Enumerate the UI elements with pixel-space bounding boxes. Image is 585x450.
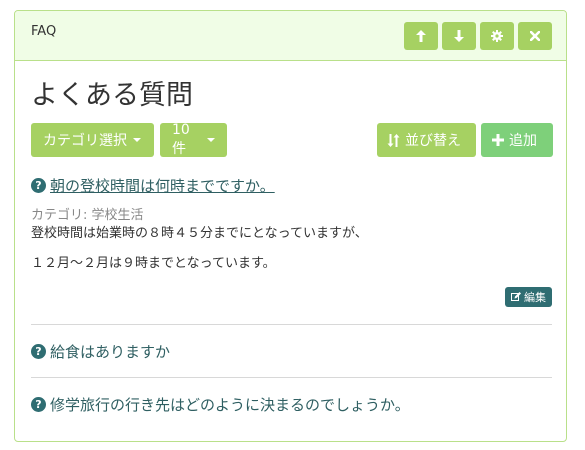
faq-question-1[interactable]: ? 朝の登校時間は何時までですか。: [31, 175, 275, 196]
category-select-dropdown[interactable]: カテゴリ選択: [31, 123, 154, 157]
category-select-label: カテゴリ選択: [43, 133, 127, 149]
question-circle-icon: ?: [31, 397, 46, 412]
faq-answer-line-1: 登校時間は始業時の８時４５分までにとなっていますが、: [31, 226, 368, 241]
question-circle-icon: ?: [31, 344, 46, 359]
close-button[interactable]: [518, 22, 552, 50]
edit-icon: [511, 292, 521, 301]
sort-icon: [387, 133, 400, 147]
gear-icon: [491, 30, 503, 42]
chevron-down-icon: [133, 138, 141, 142]
faq-question-text: 修学旅行の行き先はどのように決まるのでしょうか。: [50, 396, 410, 414]
plus-icon: [492, 134, 504, 146]
add-button[interactable]: 追加: [481, 123, 553, 157]
page-title: よくある質問: [31, 80, 193, 111]
move-up-button[interactable]: [404, 22, 438, 50]
question-circle-icon: ?: [31, 178, 46, 193]
faq-category: カテゴリ: 学校生活: [31, 208, 144, 223]
panel-title: FAQ: [31, 24, 57, 39]
panel-header: FAQ: [15, 11, 566, 61]
edit-button[interactable]: 編集: [505, 287, 552, 307]
arrow-down-icon: [454, 30, 464, 42]
panel-header-buttons: [404, 22, 552, 50]
add-label: 追加: [509, 133, 537, 149]
settings-button[interactable]: [480, 22, 514, 50]
per-page-label: 10件: [172, 122, 190, 157]
edit-label: 編集: [524, 291, 546, 304]
faq-question-2[interactable]: ? 給食はありますか: [31, 341, 170, 362]
faq-question-3[interactable]: ? 修学旅行の行き先はどのように決まるのでしょうか。: [31, 394, 410, 415]
divider: [31, 324, 552, 325]
move-down-button[interactable]: [442, 22, 476, 50]
sort-label: 並び替え: [405, 133, 461, 149]
faq-answer-line-2: １２月～２月は９時までとなっています。: [31, 256, 276, 271]
arrow-up-icon: [416, 30, 426, 42]
close-icon: [530, 31, 540, 41]
faq-panel: FAQ よくある質問 カテゴリ選択 10件 並び替え 追加 ? 朝の登校時間は何…: [14, 10, 567, 442]
faq-question-text: 給食はありますか: [50, 343, 171, 361]
divider: [31, 377, 552, 378]
chevron-down-icon: [207, 138, 215, 142]
per-page-dropdown[interactable]: 10件: [160, 122, 227, 157]
sort-button[interactable]: 並び替え: [377, 123, 476, 157]
faq-question-text: 朝の登校時間は何時までですか。: [50, 177, 275, 195]
